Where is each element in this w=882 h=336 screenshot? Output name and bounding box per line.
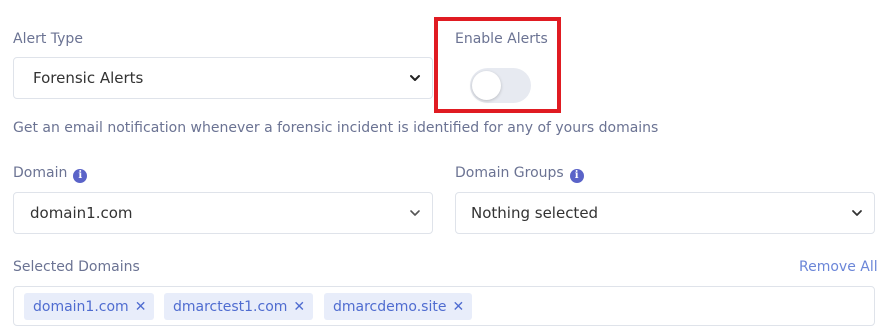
- chevron-down-icon: [852, 210, 862, 216]
- enable-alerts-toggle[interactable]: [470, 68, 531, 103]
- domain-label: Domain: [13, 165, 68, 181]
- selected-domains-box[interactable]: domain1.com ✕ dmarctest1.com ✕ dmarcdemo…: [13, 286, 875, 326]
- info-icon[interactable]: i: [73, 168, 88, 183]
- chevron-down-icon: [410, 75, 420, 81]
- domain-groups-label-row: Domain Groups i: [455, 165, 584, 183]
- domain-label-row: Domain i: [13, 165, 88, 183]
- toggle-knob: [472, 71, 501, 100]
- domain-tag-label: dmarctest1.com: [173, 298, 288, 315]
- remove-tag-icon[interactable]: ✕: [452, 299, 464, 315]
- domain-tag-label: dmarcdemo.site: [333, 298, 447, 315]
- alert-help-text: Get an email notification whenever a for…: [13, 120, 659, 136]
- domain-groups-value: Nothing selected: [471, 204, 599, 222]
- info-icon[interactable]: i: [569, 168, 584, 183]
- chevron-down-icon: [410, 210, 420, 216]
- alert-type-select[interactable]: Forensic Alerts: [13, 57, 433, 99]
- alert-type-label: Alert Type: [13, 31, 83, 47]
- alert-type-value: Forensic Alerts: [33, 69, 144, 87]
- domain-groups-select[interactable]: Nothing selected: [455, 192, 875, 234]
- domain-tag: domain1.com ✕: [24, 293, 155, 320]
- remove-all-link[interactable]: Remove All: [799, 259, 878, 275]
- domain-tag: dmarctest1.com ✕: [164, 293, 314, 320]
- domain-groups-label: Domain Groups: [455, 165, 564, 181]
- selected-domains-label: Selected Domains: [13, 259, 140, 275]
- remove-tag-icon[interactable]: ✕: [135, 299, 147, 315]
- domain-select[interactable]: domain1.com: [13, 192, 433, 234]
- remove-tag-icon[interactable]: ✕: [293, 299, 305, 315]
- domain-value: domain1.com: [30, 204, 133, 222]
- domain-tag: dmarcdemo.site ✕: [324, 293, 473, 320]
- enable-alerts-label: Enable Alerts: [455, 31, 548, 47]
- domain-tag-label: domain1.com: [33, 298, 129, 315]
